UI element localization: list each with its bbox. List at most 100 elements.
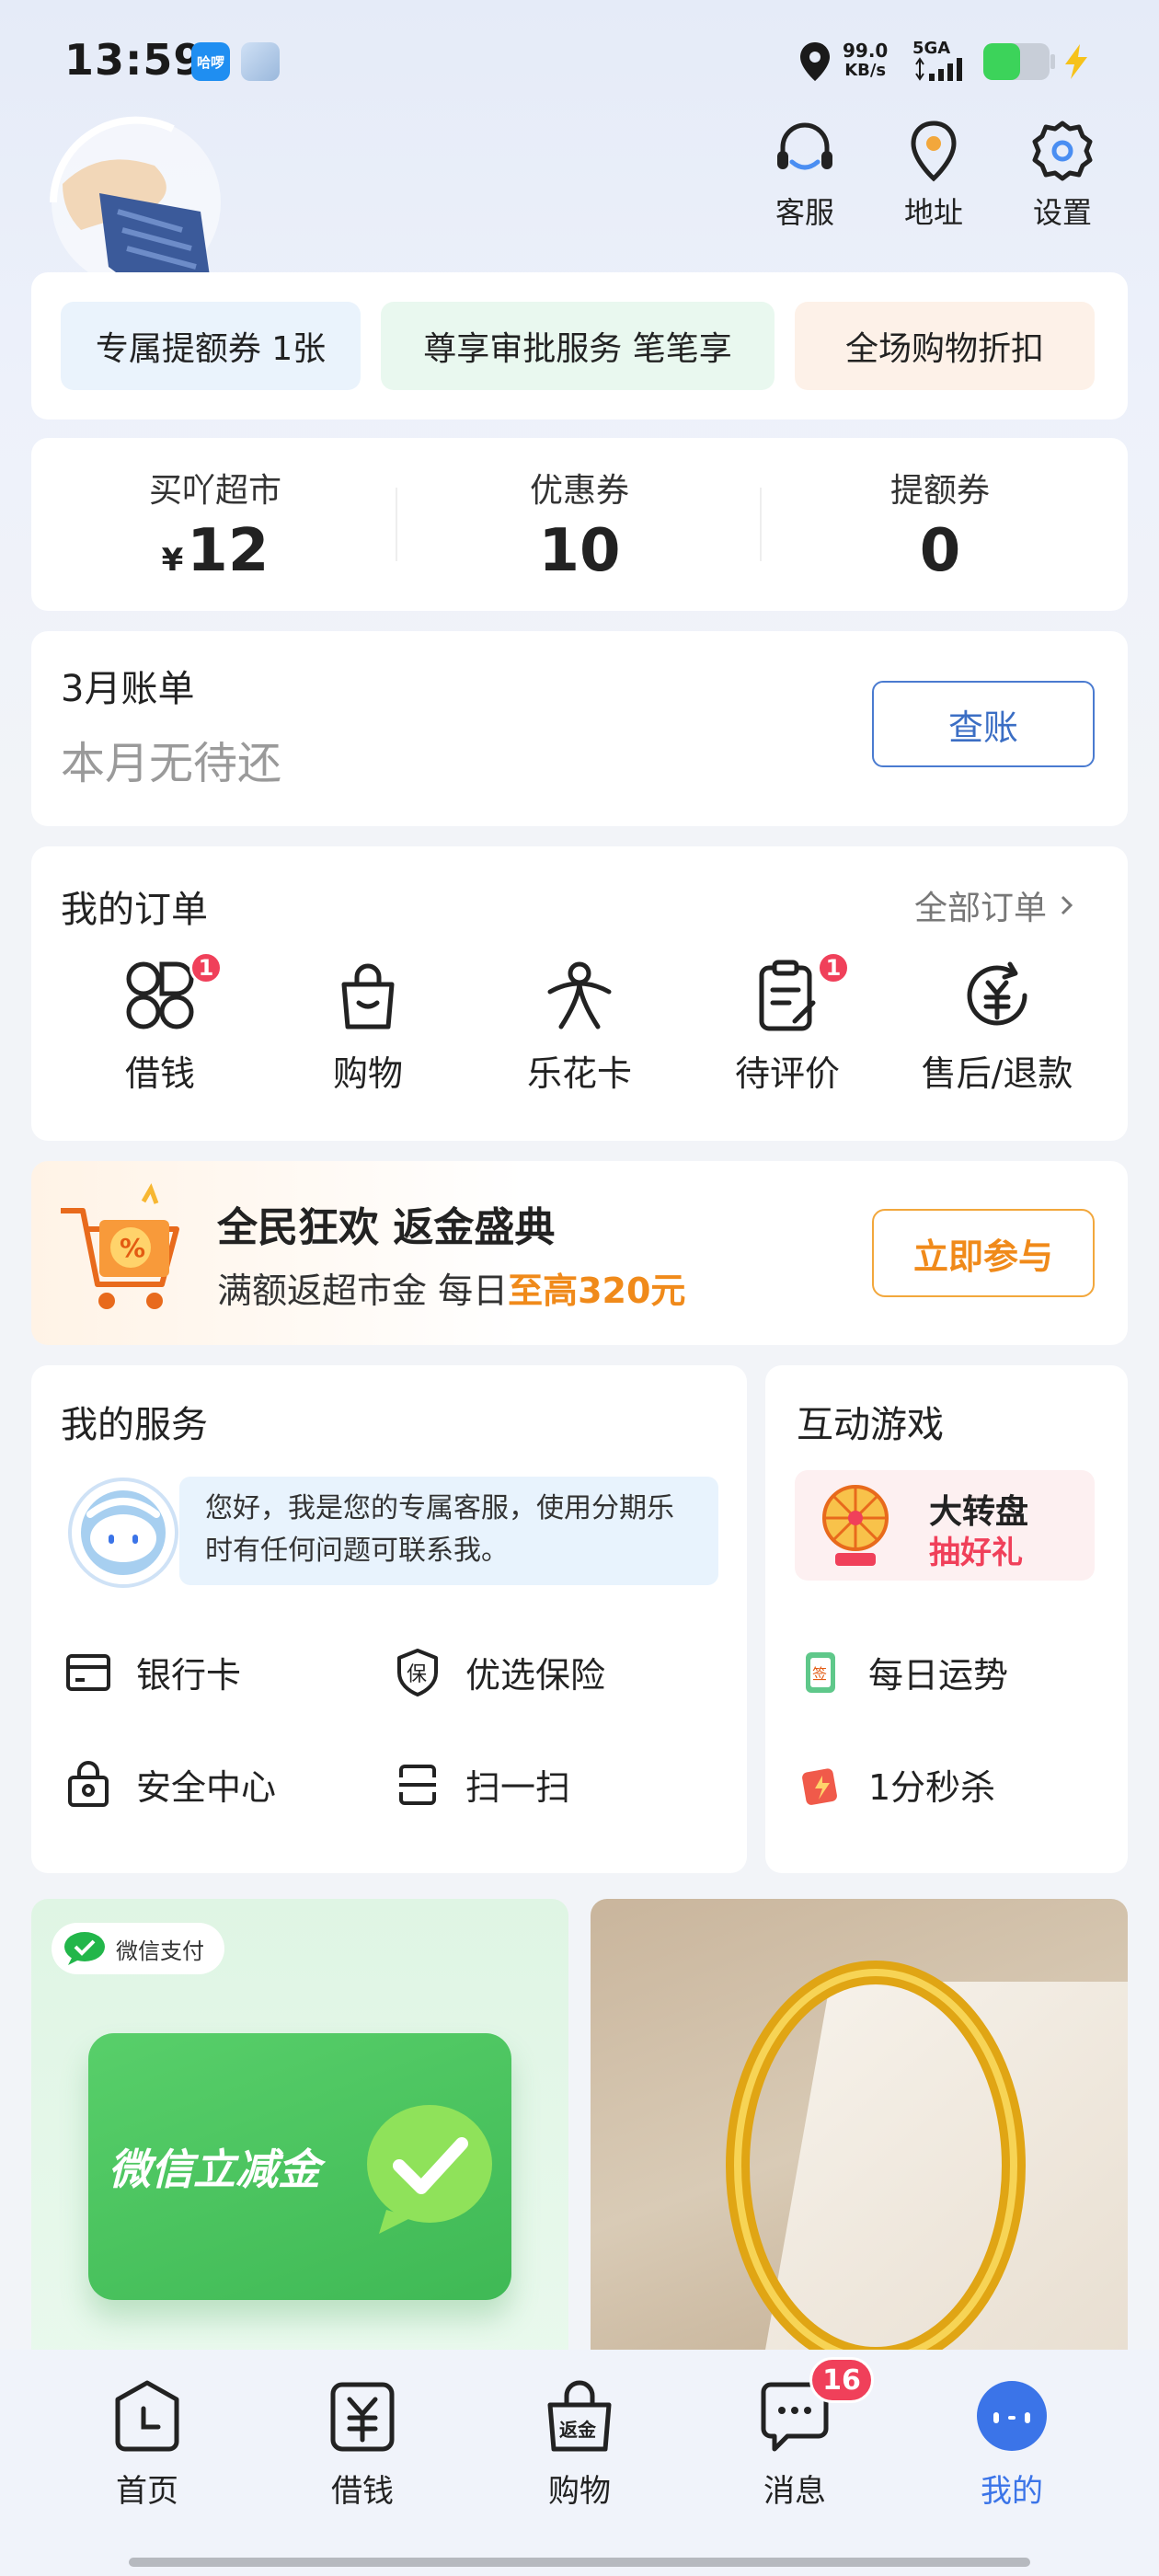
service-scan[interactable]: 扫一扫	[394, 1759, 570, 1810]
services-title: 我的服务	[61, 1404, 208, 1446]
stat-label: 提额券	[889, 472, 990, 510]
order-refund[interactable]: 售后/退款	[905, 957, 1089, 1096]
nav-label: 购物	[548, 2473, 611, 2510]
user-avatar[interactable]	[44, 110, 228, 294]
flash-sale-icon	[802, 1767, 837, 1805]
order-label: 待评价	[734, 1053, 840, 1094]
customer-service-button[interactable]: 客服	[754, 118, 855, 232]
svg-text:保: 保	[407, 1663, 427, 1686]
cashback-bag-icon: 返金	[547, 2380, 612, 2452]
service-label: 银行卡	[136, 1655, 242, 1696]
service-label: 优选保险	[465, 1655, 606, 1696]
event-subtitle: 满额返超市金 每日至高320元	[217, 1271, 686, 1311]
nav-borrow[interactable]: 借钱	[270, 2377, 454, 2511]
wechat-coupon-card: 微信立减金	[88, 2033, 511, 2300]
wheel-title: 大转盘	[929, 1493, 1029, 1531]
charging-icon	[1065, 44, 1087, 79]
status-time: 13:59	[64, 35, 204, 85]
service-insurance[interactable]: 保 优选保险	[394, 1647, 605, 1697]
nav-label: 首页	[116, 2473, 178, 2510]
customer-service-icon	[777, 122, 832, 170]
battery-icon	[983, 43, 1055, 80]
game-daily-fortune[interactable]: 签 每日运势	[797, 1647, 1008, 1697]
refund-icon	[967, 961, 1027, 1026]
flower-card-icon	[547, 961, 612, 1029]
service-bank-card[interactable]: 银行卡	[64, 1647, 241, 1697]
order-pending-review[interactable]: 1 待评价	[695, 951, 879, 1096]
order-label: 乐花卡	[526, 1053, 632, 1094]
service-label: 扫一扫	[465, 1767, 571, 1808]
svg-text:%: %	[120, 1233, 145, 1263]
games-title: 互动游戏	[797, 1404, 944, 1446]
shopping-cart-icon: %	[61, 1183, 179, 1309]
home-indicator[interactable]	[129, 2558, 1030, 2567]
wechat-banner[interactable]: 微信支付 微信立减金	[31, 1899, 568, 2368]
stat-value: 10	[538, 517, 621, 585]
wheel-subtitle: 抽好礼	[929, 1535, 1023, 1571]
order-label: 购物	[332, 1053, 403, 1094]
scan-icon	[399, 1764, 436, 1805]
network-speed: 99.0 KB/s	[843, 40, 889, 80]
promo-chip-quota[interactable]: 专属提额券 1张	[61, 302, 361, 390]
bot-avatar-icon	[68, 1478, 178, 1588]
notification-badge: 1	[817, 951, 850, 984]
stat-label: 买吖超市	[148, 472, 281, 510]
nav-shopping[interactable]: 返金 购物	[488, 2377, 671, 2511]
order-label: 借钱	[124, 1053, 195, 1094]
check-bubble-icon	[367, 2105, 492, 2234]
game-label: 1分秒杀	[868, 1767, 996, 1808]
stat-supermarket[interactable]: 买吖超市 ¥12	[50, 464, 381, 585]
wechat-pay-tag: 微信支付	[52, 1923, 224, 1974]
nav-messages[interactable]: 16 消息	[703, 2357, 887, 2511]
profile-face-icon	[977, 2381, 1047, 2451]
bank-card-icon	[66, 1653, 110, 1691]
clock-home-icon	[115, 2380, 179, 2452]
nav-home[interactable]: 首页	[55, 2377, 239, 2511]
game-flash-sale[interactable]: 1分秒杀	[797, 1759, 995, 1810]
location-pin-icon	[911, 121, 957, 182]
shopping-bag-icon	[341, 963, 395, 1029]
gold-bangle-banner[interactable]	[591, 1899, 1128, 2368]
order-borrow[interactable]: 1 借钱	[68, 951, 252, 1096]
insurance-shield-icon: 保	[397, 1648, 438, 1696]
event-title: 全民狂欢 返金盛典	[217, 1204, 556, 1251]
svg-text:返金: 返金	[559, 2419, 597, 2441]
gold-bangle-image	[726, 1961, 1026, 2368]
nav-label: 我的	[981, 2473, 1043, 2510]
app-notification-icon: 哈啰	[191, 42, 230, 81]
svg-text:签: 签	[812, 1665, 827, 1683]
service-security[interactable]: 安全中心	[64, 1759, 276, 1810]
gear-icon	[1032, 121, 1093, 181]
bill-subtitle: 本月无待还	[61, 738, 282, 789]
order-shopping[interactable]: 购物	[276, 957, 460, 1096]
divider	[396, 488, 397, 561]
promo-chip-discount[interactable]: 全场购物折扣	[795, 302, 1095, 390]
clipboard-edit-icon	[759, 960, 816, 1031]
customer-service-label: 客服	[775, 195, 834, 230]
order-label: 售后/退款	[921, 1053, 1073, 1094]
stat-label: 优惠券	[529, 472, 629, 510]
settings-button[interactable]: 设置	[1012, 118, 1113, 232]
message-count-badge: 16	[809, 2357, 874, 2403]
bot-message-bubble[interactable]: 您好，我是您的专属客服，使用分期乐时有任何问题可联系我。	[179, 1477, 718, 1585]
yuan-icon	[330, 2382, 395, 2452]
address-label: 地址	[903, 195, 963, 230]
fortune-card-icon: 签	[806, 1651, 835, 1693]
stat-value: 0	[919, 517, 961, 585]
notification-badge: 1	[189, 951, 223, 984]
join-now-button[interactable]: 立即参与	[872, 1209, 1095, 1297]
bill-title: 3月账单	[61, 668, 195, 710]
all-orders-link[interactable]: 全部订单	[914, 881, 1080, 929]
network-type: 5GA	[912, 39, 951, 58]
stat-quota-coupons[interactable]: 提额券 0	[775, 464, 1106, 585]
promo-chip-approval[interactable]: 尊享审批服务 笔笔享	[381, 302, 775, 390]
avatar-notification-icon	[241, 42, 280, 81]
security-lock-icon	[68, 1760, 109, 1807]
order-flower-card[interactable]: 乐花卡	[488, 957, 671, 1096]
stat-coupons[interactable]: 优惠券 10	[414, 464, 745, 585]
check-bill-button[interactable]: 查账	[872, 681, 1095, 767]
lucky-wheel-banner[interactable]: 大转盘 抽好礼	[795, 1470, 1095, 1581]
lucky-wheel-icon	[822, 1485, 889, 1566]
nav-mine[interactable]: 我的	[920, 2377, 1104, 2511]
address-button[interactable]: 地址	[883, 118, 984, 232]
